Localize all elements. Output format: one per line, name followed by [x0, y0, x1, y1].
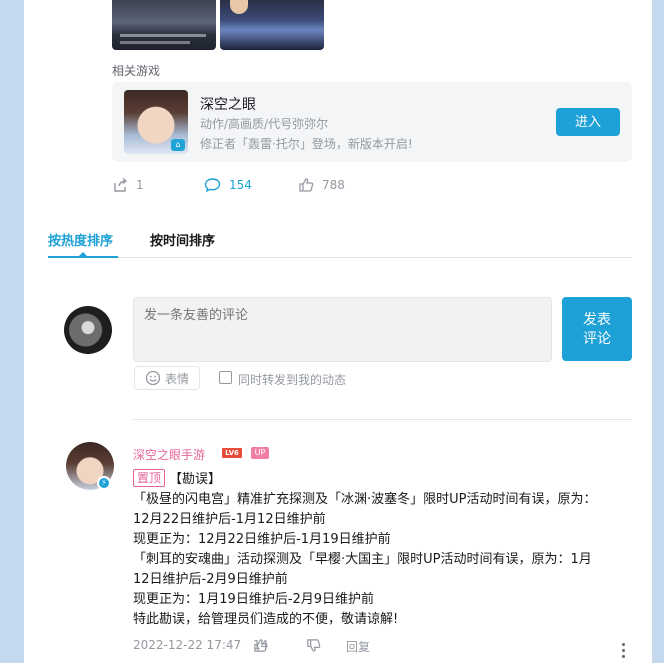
comment-text: 【勘误】	[169, 472, 222, 487]
game-cover-image[interactable]: ⌂	[124, 90, 188, 154]
emoji-label: 表情	[164, 371, 189, 386]
share-button[interactable]: 1	[112, 177, 144, 193]
verified-icon: ⚡	[97, 476, 111, 490]
comment-dislike-button[interactable]	[306, 638, 321, 656]
up-badge: UP	[251, 447, 269, 459]
comment-text: 12日维护后-2月9日维护前	[133, 572, 288, 587]
comment-text: 「极昼的闪电宫」精准扩充探测及「冰渊·波塞冬」限时UP活动时间有误，原为：	[133, 492, 597, 507]
more-options-icon[interactable]	[622, 643, 626, 659]
comment-text: 现更正为：12月22日维护后-1月19日维护前	[133, 532, 391, 547]
comment-count: 154	[229, 178, 252, 192]
comment-text: 「刺耳的安魂曲」活动探测及「早樱·大国主」限时UP活动时间有误，原为：1月	[133, 552, 592, 567]
related-games-label: 相关游戏	[112, 64, 161, 78]
active-tab-underline	[48, 256, 118, 258]
comment-line-1: 置顶 【勘误】	[133, 469, 632, 490]
related-game-card[interactable]: ⌂ 深空之眼 动作/高画质/代号弥弥尔 修正者「轰雷·托尔」登场，新版本开启! …	[112, 82, 632, 162]
comment-author-name[interactable]: 深空之眼手游	[133, 446, 205, 463]
like-count: 788	[322, 178, 345, 192]
my-avatar[interactable]	[64, 306, 112, 354]
tab-sort-hot[interactable]: 按热度排序	[48, 230, 113, 249]
comment-like-count: 14	[253, 638, 269, 652]
comment-time: 2022-12-22 17:47	[133, 638, 242, 652]
forward-checkbox[interactable]	[219, 371, 232, 384]
thumb-down-icon	[307, 639, 321, 652]
post-image-2[interactable]	[220, 0, 324, 50]
comment-input[interactable]	[133, 297, 552, 362]
share-icon	[114, 177, 128, 192]
pinned-tag: 置顶	[133, 469, 166, 487]
smiley-icon	[145, 370, 161, 386]
sort-tabs: 按热度排序 按时间排序	[48, 230, 632, 258]
game-name[interactable]: 深空之眼	[200, 94, 256, 114]
comment-text: 特此勘误，给管理员们造成的不便，敬请谅解!	[133, 612, 399, 627]
comment-text: 现更正为：1月19日维护后-2月9日维护前	[133, 592, 375, 607]
divider	[133, 419, 632, 420]
forward-label[interactable]: 同时转发到我的动态	[238, 371, 346, 388]
comment-like-button[interactable]: 14	[253, 638, 268, 653]
emoji-button[interactable]: 表情	[134, 366, 200, 390]
reply-button[interactable]: 回复	[346, 638, 370, 655]
like-button[interactable]: 788	[298, 177, 345, 193]
game-description: 修正者「轰雷·托尔」登场，新版本开启!	[200, 137, 413, 151]
enter-game-button[interactable]: 进入	[556, 108, 620, 136]
level-badge: LV6	[222, 448, 242, 458]
post-comment-button[interactable]: 发表 评论	[562, 297, 632, 361]
comment-text: 12月22日维护后-1月12日维护前	[133, 512, 326, 527]
comment-button[interactable]: 154	[204, 177, 252, 193]
active-tab-caret	[79, 252, 87, 256]
comment-icon	[204, 178, 221, 193]
post-image-1[interactable]	[112, 0, 216, 50]
share-count: 1	[136, 178, 144, 192]
thumb-up-icon	[299, 178, 314, 192]
tab-sort-time[interactable]: 按时间排序	[150, 230, 215, 249]
post-comment-label: 发表 评论	[583, 311, 611, 346]
game-app-icon: ⌂	[171, 139, 185, 151]
comment-body: 置顶 【勘误】 「极昼的闪电宫」精准扩充探测及「冰渊·波塞冬」限时UP活动时间有误…	[133, 469, 632, 630]
game-tags: 动作/高画质/代号弥弥尔	[200, 117, 329, 131]
